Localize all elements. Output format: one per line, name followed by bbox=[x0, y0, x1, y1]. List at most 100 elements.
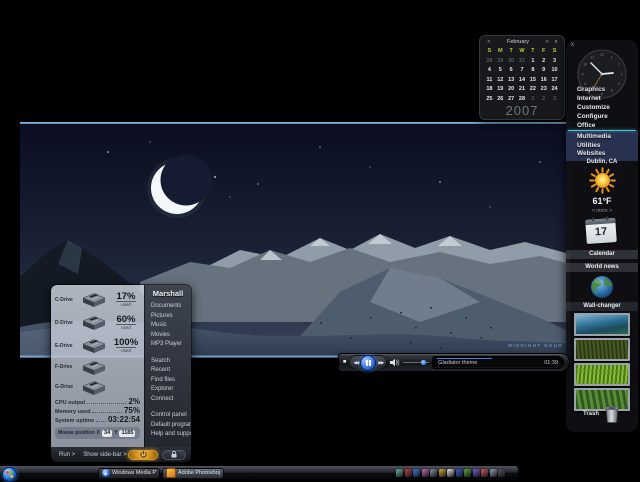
tray-icon-11[interactable] bbox=[481, 469, 488, 477]
sidebar-item-world-news[interactable]: World news bbox=[566, 263, 638, 272]
tray-icon-6[interactable] bbox=[439, 469, 446, 477]
menu-item-help-and-support[interactable]: Help and support bbox=[145, 430, 191, 440]
calendar-date[interactable]: 5 bbox=[495, 66, 506, 75]
sidebar-item-graphics[interactable]: Graphics bbox=[566, 85, 638, 94]
sidebar-item-internet[interactable]: Internet bbox=[566, 94, 638, 103]
calendar-date[interactable]: 18 bbox=[484, 85, 495, 94]
calendar-date[interactable]: 21 bbox=[517, 85, 528, 94]
calendar-date[interactable]: 26 bbox=[495, 95, 506, 104]
tray-icon-8[interactable] bbox=[456, 469, 463, 477]
menu-item-explorer[interactable]: Explorer bbox=[145, 385, 191, 395]
calendar-date[interactable]: 31 bbox=[517, 57, 528, 66]
menu-item-find-files[interactable]: Find files bbox=[145, 376, 191, 386]
power-button[interactable] bbox=[128, 450, 158, 460]
menu-item-search[interactable]: Search bbox=[145, 357, 191, 367]
calendar-date[interactable]: 17 bbox=[549, 76, 560, 85]
tray-icon-1[interactable] bbox=[396, 469, 403, 477]
menu-item-mp3-player[interactable]: MP3 Player bbox=[145, 340, 191, 350]
calendar-date[interactable]: 20 bbox=[506, 85, 517, 94]
taskbar-button-adobe-photoshop[interactable]: Adobe Photoshop ... bbox=[162, 468, 224, 479]
sidebar-close-button[interactable]: x bbox=[571, 42, 574, 48]
tray-icon-5[interactable] bbox=[430, 469, 437, 477]
tray-icon-9[interactable] bbox=[464, 469, 471, 477]
menu-item-connect[interactable]: Connect bbox=[145, 395, 191, 405]
calendar-date[interactable]: 3 bbox=[549, 95, 560, 104]
next-button[interactable]: ▶▶ bbox=[378, 360, 383, 366]
trash-item[interactable]: Trash bbox=[566, 404, 638, 424]
calendar-date[interactable]: 12 bbox=[495, 76, 506, 85]
sidebar-item-multimedia[interactable]: Multimedia bbox=[566, 133, 638, 142]
calendar-date[interactable]: 13 bbox=[506, 76, 517, 85]
sidebar-item-utilities[interactable]: Utilities bbox=[566, 142, 638, 151]
volume-slider[interactable] bbox=[403, 359, 429, 366]
calendar-date[interactable]: 3 bbox=[549, 57, 560, 66]
menu-item-default-programs[interactable]: Default programs bbox=[145, 421, 191, 431]
calendar-date[interactable]: 28 bbox=[517, 95, 528, 104]
calendar-date[interactable]: 19 bbox=[495, 85, 506, 94]
calendar-day-icon[interactable]: 17 bbox=[585, 218, 617, 244]
sidebar-item-calendar[interactable]: Calendar bbox=[566, 250, 638, 259]
slider-knob[interactable] bbox=[421, 360, 426, 365]
menu-item-documents[interactable]: Documents bbox=[145, 302, 191, 312]
calendar-date[interactable]: 30 bbox=[506, 57, 517, 66]
tray-icon-10[interactable] bbox=[473, 469, 480, 477]
drive-icon[interactable] bbox=[80, 359, 108, 376]
drive-icon[interactable] bbox=[80, 291, 108, 308]
volume-icon[interactable] bbox=[390, 358, 400, 367]
calendar-date[interactable]: 9 bbox=[538, 66, 549, 75]
sidebar-item-websites[interactable]: Websites bbox=[566, 150, 638, 159]
tray-icon-13[interactable] bbox=[498, 469, 505, 477]
menu-item-music[interactable]: Music bbox=[145, 321, 191, 331]
drive-icon[interactable] bbox=[80, 379, 108, 396]
previous-button[interactable]: ◀◀ bbox=[353, 360, 358, 366]
tray-icon-7[interactable] bbox=[447, 469, 454, 477]
calendar-date[interactable]: 16 bbox=[538, 76, 549, 85]
calendar-date[interactable]: 8 bbox=[527, 66, 538, 75]
calendar-date[interactable]: 14 bbox=[517, 76, 528, 85]
drive-icon[interactable] bbox=[80, 314, 108, 331]
tray-icon-12[interactable] bbox=[490, 469, 497, 477]
calendar-date[interactable]: 7 bbox=[517, 66, 528, 75]
calendar-date[interactable]: 6 bbox=[506, 66, 517, 75]
lock-button[interactable] bbox=[162, 450, 186, 460]
calendar-date[interactable]: 10 bbox=[549, 66, 560, 75]
calendar-date[interactable]: 25 bbox=[484, 95, 495, 104]
calendar-date[interactable]: 1 bbox=[527, 57, 538, 66]
stop-button[interactable]: ■ bbox=[343, 360, 346, 365]
menu-item-recent[interactable]: Recent bbox=[145, 366, 191, 376]
taskbar-button-windows-media-player[interactable]: ▶ Windows Media Pl... bbox=[98, 468, 160, 479]
pause-button[interactable] bbox=[360, 355, 376, 371]
drive-icon[interactable] bbox=[80, 337, 108, 354]
menu-item-movies[interactable]: Movies bbox=[145, 331, 191, 341]
thumbnail-dark-grass-wallpaper[interactable] bbox=[574, 338, 630, 361]
start-button[interactable] bbox=[2, 467, 17, 482]
sidebar-item-customize[interactable]: Customize bbox=[566, 103, 638, 112]
calendar-date[interactable]: 24 bbox=[549, 85, 560, 94]
calendar-close-button[interactable]: x bbox=[552, 39, 560, 45]
menu-item-control-panel[interactable]: Control panel bbox=[145, 411, 191, 421]
globe-icon[interactable] bbox=[589, 274, 615, 300]
calendar-date[interactable]: 2 bbox=[538, 57, 549, 66]
sidebar-item-office[interactable]: Office bbox=[566, 121, 638, 130]
run-link[interactable]: Run > bbox=[59, 452, 75, 458]
calendar-date[interactable]: 15 bbox=[527, 76, 538, 85]
thumbnail-green-grass-wallpaper[interactable] bbox=[574, 363, 630, 386]
calendar-date[interactable]: 2 bbox=[538, 95, 549, 104]
calendar-date[interactable]: 4 bbox=[484, 66, 495, 75]
calendar-date[interactable]: 29 bbox=[495, 57, 506, 66]
show-sidebar-link[interactable]: Show side-bar > bbox=[83, 452, 127, 458]
tray-icon-2[interactable] bbox=[405, 469, 412, 477]
calendar-date[interactable]: 1 bbox=[527, 95, 538, 104]
calendar-next-button[interactable]: > bbox=[542, 39, 552, 45]
thumbnail-blue-sky-wallpaper[interactable] bbox=[574, 313, 630, 336]
weather-more-link[interactable]: < more > bbox=[566, 208, 638, 214]
sidebar-item-wall-changer[interactable]: Wall-changer bbox=[566, 302, 638, 311]
tray-icon-3[interactable] bbox=[413, 469, 420, 477]
calendar-prev-button[interactable]: < bbox=[484, 39, 494, 45]
calendar-date[interactable]: 22 bbox=[527, 85, 538, 94]
calendar-date[interactable]: 27 bbox=[506, 95, 517, 104]
menu-item-pictures[interactable]: Pictures bbox=[145, 312, 191, 322]
calendar-date[interactable]: 23 bbox=[538, 85, 549, 94]
calendar-date[interactable]: 11 bbox=[484, 76, 495, 85]
tray-icon-4[interactable] bbox=[422, 469, 429, 477]
